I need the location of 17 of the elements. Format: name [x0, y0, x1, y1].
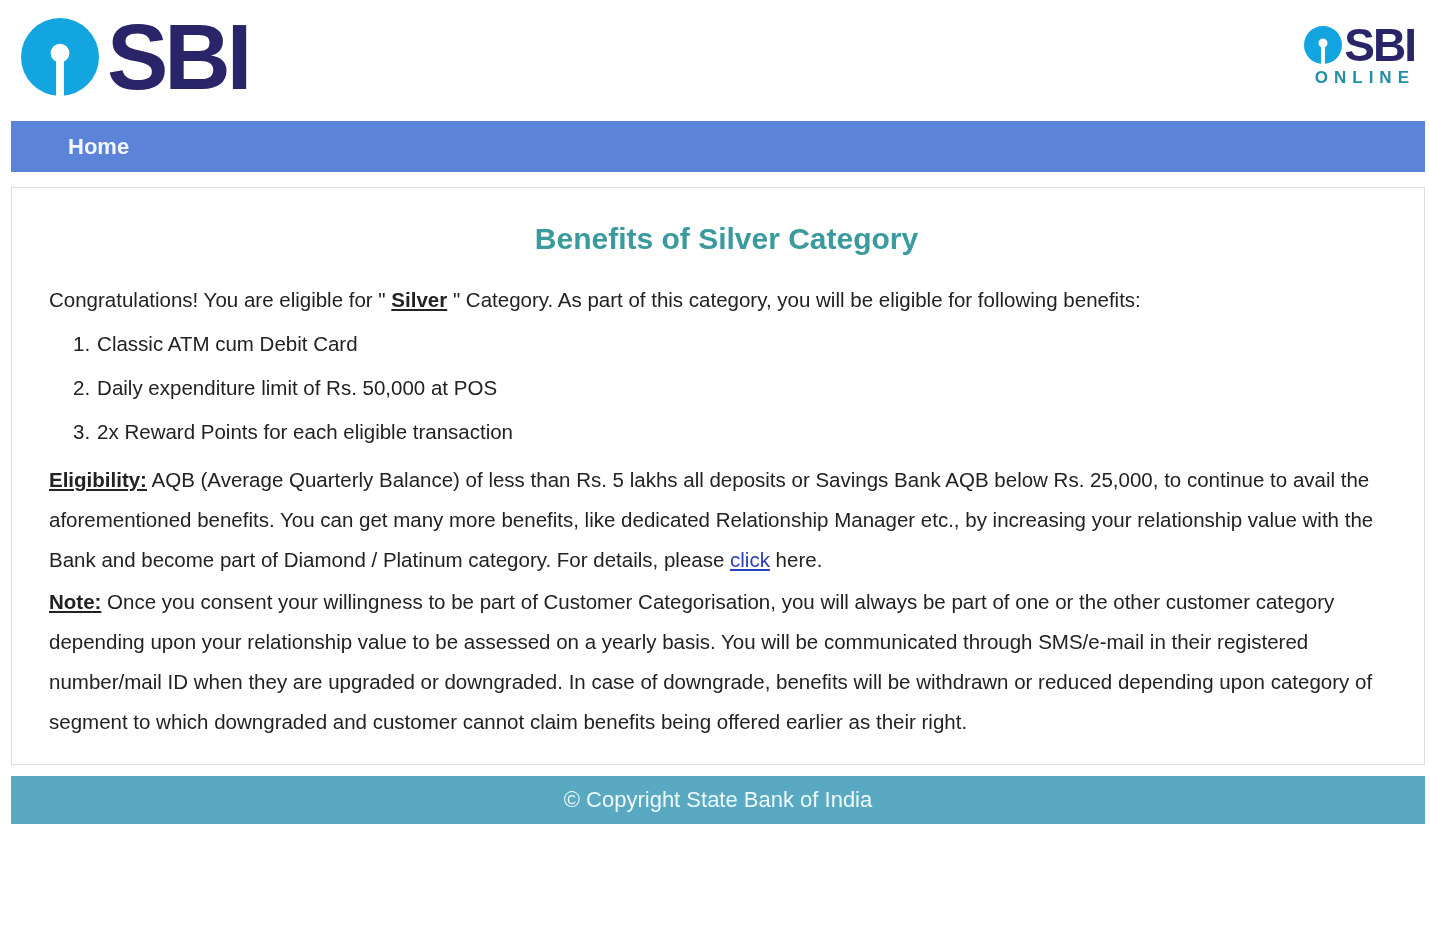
- intro-text: Congratulations! You are eligible for " Silver " Category. As part of this category, you will be eligible for following benefits:: [49, 287, 1142, 313]
- details-link[interactable]: click: [730, 548, 770, 571]
- copyright-text: © Copyright State Bank of India: [563, 787, 873, 813]
- eligibility-paragraph: Eligibility: AQB (Average Quarterly Balance) of less than Rs. 5 lakhs all deposits or Savings Bank AQB below Rs. 25,000, to continue to avail the aforementioned benefits. You can get many more benefits, like dedicated Relationship Manager etc., by increasing your relationship value with the Bank and become part of Diamond / Platinum category. For details, please click here.: [49, 467, 1375, 573]
- list-number: 3.: [73, 419, 91, 445]
- page-title: Benefits of Silver Category: [533, 222, 920, 256]
- note-paragraph: Note: Once you consent your willingness to be part of Customer Categorisation, you will always be part of one or the other customer category depending upon your relationship value to be assessed on a yearly basis. You will be communicated through SMS/e-mail in their registered number/mail ID when they are upgraded or downgraded. In case of downgrade, benefits will be withdrawn or reduced depending upon category of segment to which downgraded and customer cannot claim benefits being offered earlier as their right.: [49, 589, 1374, 735]
- benefit-text: Daily expenditure limit of Rs. 50,000 at POS: [97, 375, 498, 401]
- online-logo-subtext: ONLINE: [1314, 67, 1415, 88]
- online-logo-text: SBI: [1344, 21, 1415, 68]
- benefit-text: 2x Reward Points for each eligible transaction: [97, 419, 514, 445]
- benefit-text: Classic ATM cum Debit Card: [97, 331, 358, 357]
- list-number: 2.: [73, 375, 91, 401]
- keyhole-logo-icon: [21, 17, 99, 96]
- list-number: 1.: [73, 331, 91, 357]
- logo-text: SBI: [107, 10, 249, 103]
- keyhole-logo-icon: [1304, 25, 1343, 64]
